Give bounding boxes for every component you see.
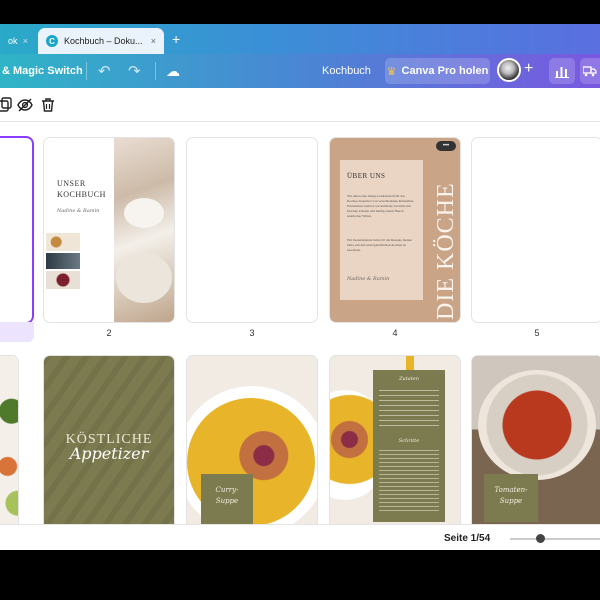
cover-signature: Nadine & Ramin [57, 208, 100, 214]
tab-label: Kochbuch – Doku... [64, 36, 143, 46]
crown-icon: ♛ [386, 65, 397, 78]
browser-tab-active[interactable]: C Kochbuch – Doku... × [38, 28, 164, 54]
vertical-title: DIE KÖCHE [433, 182, 459, 320]
truck-icon [583, 66, 597, 77]
trash-icon[interactable] [40, 97, 56, 113]
page-thumbnail-3[interactable] [187, 138, 317, 322]
undo-icon[interactable]: ↶ [98, 54, 111, 88]
page-number: 3 [249, 328, 255, 338]
steps-heading: Schritte [398, 438, 420, 444]
about-us-paragraph: Wir modernisieren liebevoll die Rezepte … [347, 238, 413, 252]
insights-button[interactable] [549, 58, 575, 84]
about-us-heading: ÜBER UNS [347, 172, 386, 180]
about-us-paragraph: Wir teilen eine innige Leidenschaft für … [347, 194, 414, 218]
cloud-save-icon[interactable]: ☁ [166, 54, 180, 88]
redo-icon[interactable]: ↷ [128, 54, 141, 88]
recipe-title-line1: Tomaten- [494, 486, 528, 494]
page-thumbnail-tomato-soup[interactable]: Tomaten- Suppe [472, 356, 600, 524]
zoom-slider-track[interactable] [510, 538, 600, 540]
ingredients-heading: Zutaten [399, 376, 419, 382]
cover-title-line1: UNSER [57, 179, 86, 188]
hide-icon[interactable] [17, 97, 33, 113]
print-button[interactable] [580, 58, 600, 84]
page-action-bar [0, 88, 600, 122]
baking-photo [114, 138, 174, 322]
close-icon[interactable]: × [151, 36, 156, 46]
canva-pro-label: Canva Pro holen [401, 65, 489, 77]
page-thumbnail-curry-soup[interactable]: Curry- Suppe [187, 356, 317, 524]
page-thumbnail-salad[interactable] [0, 356, 18, 524]
about-us-panel: ÜBER UNS Wir teilen eine innige Leidensc… [340, 160, 423, 300]
magic-switch-label: & Magic Switch [2, 65, 83, 77]
selected-page-indicator [0, 322, 34, 342]
soup-bowl [478, 370, 596, 480]
bar-chart-icon [555, 67, 569, 78]
recipe-label: Tomaten- Suppe [484, 474, 538, 522]
steps-list [379, 450, 439, 514]
food-photo-small [46, 253, 80, 269]
document-title[interactable]: Kochbuch [322, 54, 371, 88]
page-thumbnail-4[interactable]: ÜBER UNS Wir teilen eine innige Leidensc… [330, 138, 460, 322]
browser-tab[interactable]: ok × [0, 28, 36, 54]
tab-label: ok [8, 36, 18, 46]
status-bar: Seite 1/54 [0, 524, 600, 550]
food-photo-small [46, 233, 80, 251]
add-collaborator-icon[interactable]: + [524, 60, 533, 78]
page-number: 5 [534, 328, 540, 338]
recipe-title-line2: Suppe [215, 497, 239, 505]
ingredients-list [379, 390, 439, 430]
toolbar-divider [86, 62, 87, 80]
page-thumbnail-2[interactable]: UNSER KOCHBUCH Nadine & Ramin [44, 138, 174, 322]
appetizer-script: Appetizer [69, 444, 149, 463]
zoom-slider-handle[interactable] [536, 534, 545, 543]
food-photo-small [46, 271, 80, 289]
page-thumbnail-1[interactable] [0, 138, 32, 322]
recipe-title-line1: Curry- [215, 486, 239, 494]
page-grid: UNSER KOCHBUCH Nadine & Ramin 2 3 ÜBER U… [0, 122, 600, 524]
browser-tab-strip: ok × C Kochbuch – Doku... × + [0, 24, 600, 54]
page-indicator[interactable]: Seite 1/54 [444, 533, 490, 544]
toolbar-divider [155, 62, 156, 80]
signature: Nadine & Ramin [347, 276, 390, 282]
page-number: 4 [392, 328, 398, 338]
more-options-icon[interactable]: ••• [436, 141, 456, 151]
duplicate-icon[interactable] [0, 97, 13, 113]
avatar[interactable] [497, 58, 521, 82]
canva-pro-button[interactable]: ♛ Canva Pro holen [385, 58, 490, 84]
page-number: 2 [106, 328, 112, 338]
recipe-title-line2: Suppe [499, 497, 523, 505]
magic-switch-button[interactable]: & Magic Switch [2, 54, 83, 88]
page-thumbnail-appetizer[interactable]: KÖSTLICHE Appetizer [44, 356, 174, 524]
cover-title-line2: KOCHBUCH [57, 190, 106, 199]
page-thumbnail-recipe[interactable]: Zutaten Schritte [330, 356, 460, 524]
recipe-panel: Zutaten Schritte [373, 370, 445, 522]
new-tab-icon[interactable]: + [172, 31, 180, 47]
page-thumbnail-5[interactable] [472, 138, 600, 322]
canva-favicon-icon: C [46, 35, 58, 47]
close-icon[interactable]: × [23, 36, 28, 46]
recipe-label: Curry- Suppe [201, 474, 253, 524]
